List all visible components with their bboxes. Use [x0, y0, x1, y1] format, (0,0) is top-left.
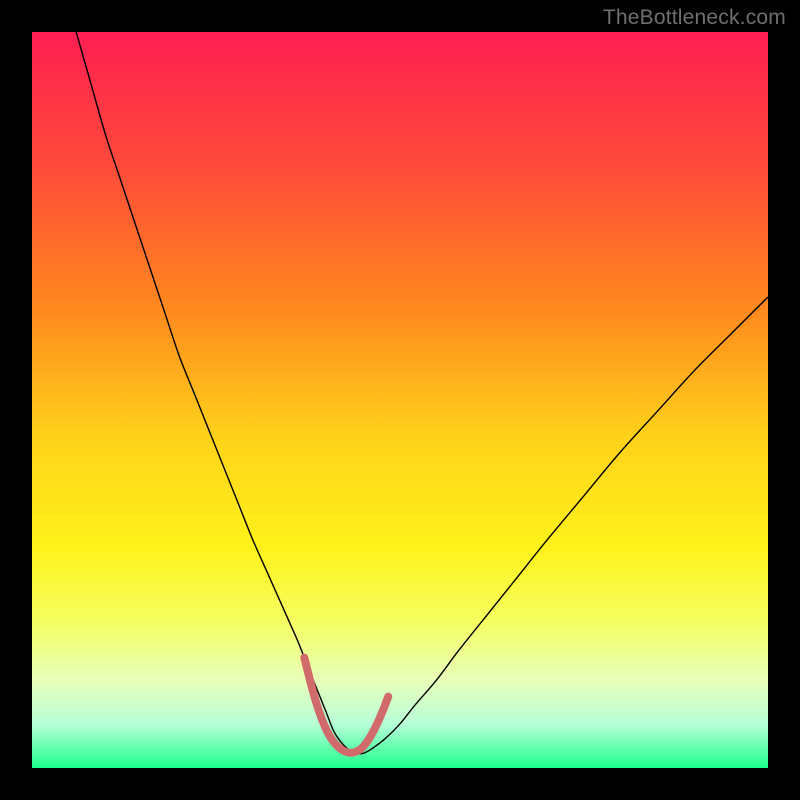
- plot-area: [32, 32, 768, 768]
- watermark-text: TheBottleneck.com: [603, 6, 786, 30]
- chart-svg: [32, 32, 768, 768]
- chart-background: [32, 32, 768, 768]
- chart-frame: TheBottleneck.com: [0, 0, 800, 800]
